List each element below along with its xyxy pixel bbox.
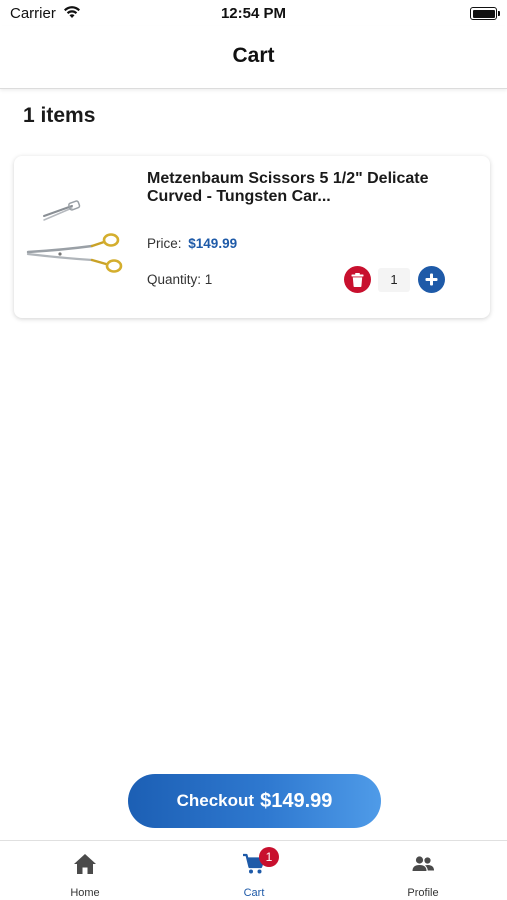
price-row: Price: $149.99 (147, 236, 237, 251)
cart-count-badge: 1 (259, 847, 279, 867)
product-name[interactable]: Metzenbaum Scissors 5 1/2" Delicate Curv… (147, 170, 457, 206)
quantity-value[interactable]: 1 (378, 268, 410, 292)
checkout-label: Checkout (176, 791, 255, 810)
price-label: Price: (147, 236, 182, 251)
tab-cart[interactable]: 1 Cart (194, 841, 314, 900)
status-time: 12:54 PM (220, 5, 287, 22)
checkout-button[interactable]: Checkout $149.99 (128, 774, 381, 828)
battery-icon (470, 7, 500, 20)
items-count-label: 1 items (23, 104, 96, 127)
trash-icon (351, 272, 364, 287)
scissors-product-image (26, 200, 123, 273)
status-bar: Carrier 12:54 PM (0, 0, 507, 26)
tab-home-label: Home (70, 887, 100, 899)
tab-home[interactable]: Home (25, 841, 145, 900)
checkout-total: $149.99 (260, 789, 333, 812)
tab-profile-label: Profile (407, 887, 439, 899)
tab-cart-label: Cart (243, 887, 265, 899)
delete-item-button[interactable] (344, 266, 371, 293)
cart-item-card: Metzenbaum Scissors 5 1/2" Delicate Curv… (14, 156, 490, 318)
home-icon (74, 854, 96, 874)
profile-icon (412, 856, 434, 871)
price-value: $149.99 (188, 236, 238, 251)
tab-profile[interactable]: Profile (363, 841, 483, 900)
plus-icon (425, 273, 438, 286)
increase-quantity-button[interactable] (418, 266, 445, 293)
page-title: Cart (232, 44, 275, 67)
navigation-header: Cart (0, 26, 507, 89)
quantity-label: Quantity: 1 (147, 272, 213, 287)
tab-bar: Home 1 Cart Profile (0, 840, 507, 900)
